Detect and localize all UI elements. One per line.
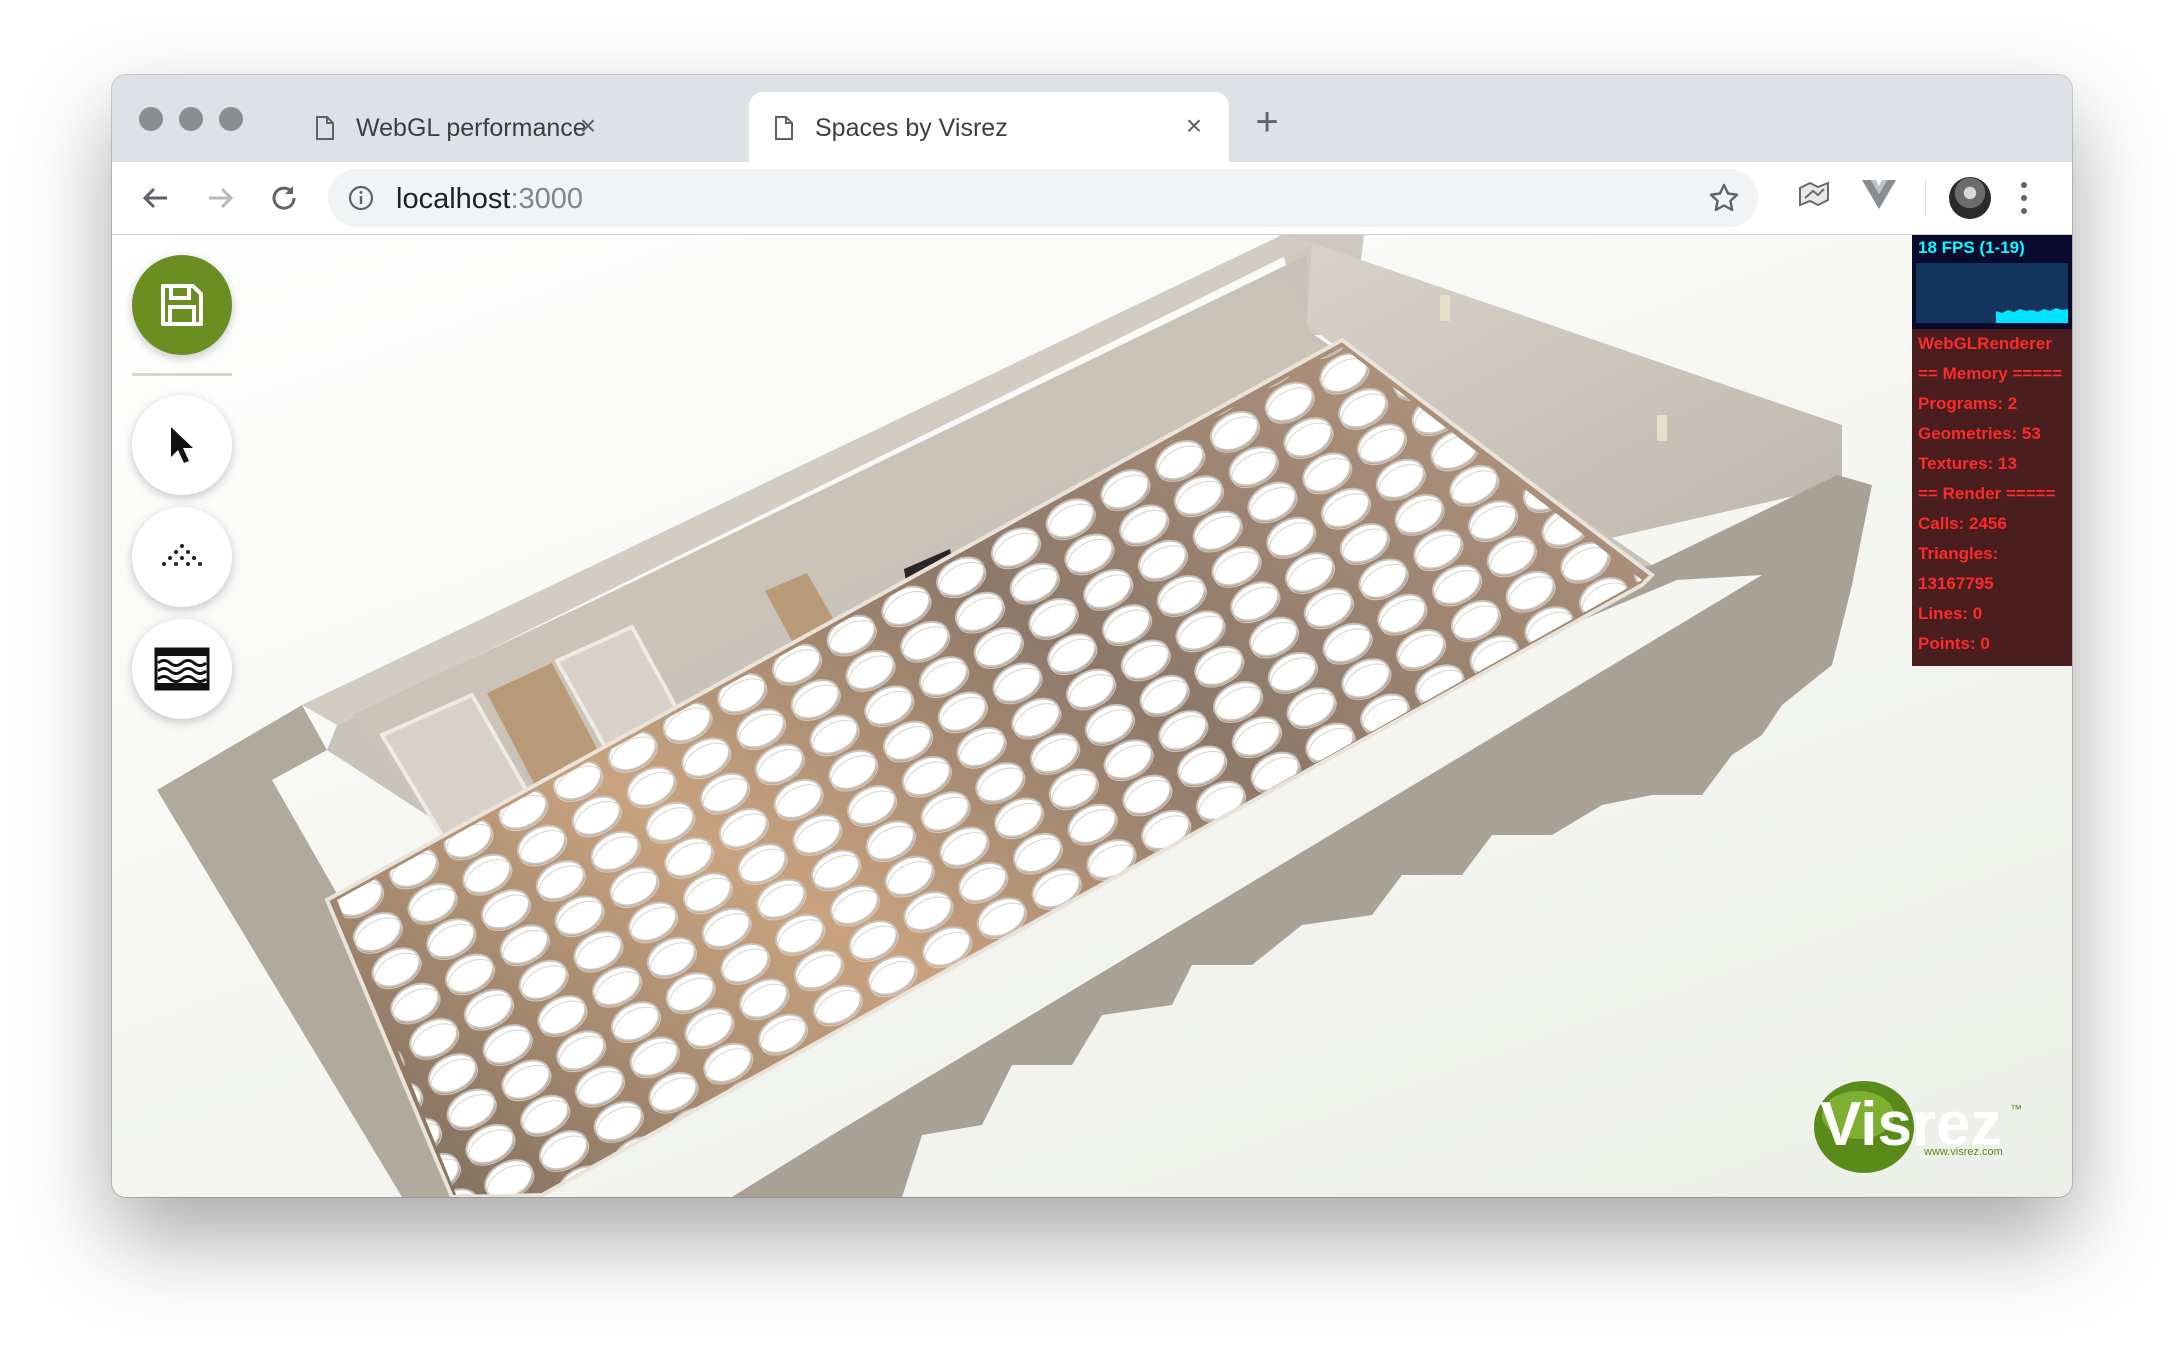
info-icon[interactable] xyxy=(348,185,374,211)
render-header: == Render ===== xyxy=(1918,484,2056,503)
stats-panel[interactable]: 18 FPS (1-19) WebGLRenderer == Memory ==… xyxy=(1912,235,2072,666)
draw-calls-count: Calls: 2456 xyxy=(1918,514,2007,533)
url-text: localhost:3000 xyxy=(396,183,583,216)
tab-close-button[interactable]: × xyxy=(571,109,605,143)
logo-trademark: ™ xyxy=(2010,1102,2022,1116)
fps-graph xyxy=(1916,263,2068,323)
url-host: localhost xyxy=(396,183,511,215)
arrange-tables-button[interactable] xyxy=(132,507,232,607)
geometries-count: Geometries: 53 xyxy=(1918,424,2041,443)
tab-close-button[interactable]: × xyxy=(1177,109,1211,143)
fps-panel: 18 FPS (1-19) xyxy=(1912,235,2072,329)
tool-divider xyxy=(132,373,232,376)
floppy-disk-icon xyxy=(161,284,203,326)
window-zoom-dot[interactable] xyxy=(219,107,243,131)
dot-pattern-icon xyxy=(162,544,202,566)
fps-graph-bars xyxy=(1996,308,2068,323)
memory-header: == Memory ===== xyxy=(1918,364,2063,383)
triangles-label: Triangles: xyxy=(1918,544,1999,563)
app-viewport: 18 FPS (1-19) WebGLRenderer == Memory ==… xyxy=(112,235,2072,1197)
fps-readout: 18 FPS (1-19) xyxy=(1918,238,2025,257)
textures-count: Textures: 13 xyxy=(1918,454,2017,473)
back-arrow-icon xyxy=(142,187,167,209)
select-tool-button[interactable] xyxy=(132,395,232,495)
forward-arrow-icon xyxy=(209,187,234,209)
logo-url: www.visrez.com xyxy=(1923,1146,2003,1158)
points-count: Points: 0 xyxy=(1918,634,1990,653)
browser-toolbar: localhost:3000 xyxy=(112,162,2072,235)
reload-button[interactable] xyxy=(260,174,308,222)
tab-title: WebGL performance xyxy=(356,114,587,142)
cursor-arrow-icon xyxy=(171,427,193,463)
forward-button[interactable] xyxy=(196,174,244,222)
bookmark-star-icon[interactable] xyxy=(1708,182,1740,214)
document-icon xyxy=(316,116,334,140)
carpet-pattern-button[interactable] xyxy=(132,619,232,719)
visrez-logo-mark: Visrez ™ www.visrez.com xyxy=(1814,1081,2022,1173)
renderer-name: WebGLRenderer xyxy=(1918,334,2052,353)
window-minimize-dot[interactable] xyxy=(179,107,203,131)
url-port: :3000 xyxy=(510,183,584,215)
triangles-value: 13167795 xyxy=(1918,574,1994,593)
tab-strip: WebGL performance × Spaces by Visrez × + xyxy=(112,75,2072,162)
browser-window: WebGL performance × Spaces by Visrez × + xyxy=(112,75,2072,1197)
browser-menu-button[interactable] xyxy=(2014,176,2034,220)
new-tab-button[interactable]: + xyxy=(1244,99,1290,145)
save-button[interactable] xyxy=(132,255,232,355)
3d-room-scene[interactable] xyxy=(112,235,2072,1197)
document-icon xyxy=(775,116,793,140)
map-extension-icon[interactable] xyxy=(1796,176,1832,212)
lines-count: Lines: 0 xyxy=(1918,604,1983,623)
carpet-pattern-icon xyxy=(154,647,210,691)
programs-count: Programs: 2 xyxy=(1918,394,2018,413)
reload-icon xyxy=(272,186,296,210)
tab-spaces-by-visrez[interactable]: Spaces by Visrez × xyxy=(749,92,1229,162)
tab-title: Spaces by Visrez xyxy=(815,114,1008,142)
back-button[interactable] xyxy=(132,174,180,222)
tab-webgl-performance[interactable]: WebGL performance × xyxy=(290,92,623,162)
visrez-logo: Visrez ™ www.visrez.com xyxy=(1812,1075,2032,1185)
renderer-info-panel: WebGLRenderer == Memory ===== Programs: … xyxy=(1912,329,2072,666)
address-bar[interactable]: localhost:3000 xyxy=(328,169,1758,227)
window-close-dot[interactable] xyxy=(139,107,163,131)
vue-devtools-icon[interactable] xyxy=(1860,176,1898,212)
toolbar-separator xyxy=(1925,180,1926,216)
avatar[interactable] xyxy=(1949,177,1991,219)
